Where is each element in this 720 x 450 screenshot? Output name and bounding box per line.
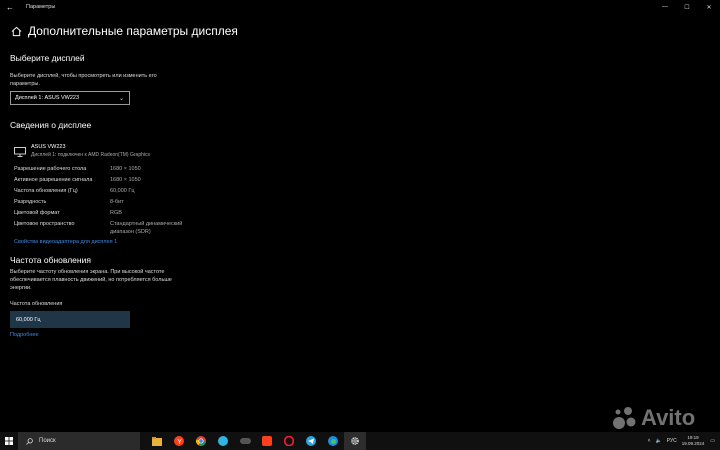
info-label-bit-depth: Разрядность [14,199,47,205]
clock[interactable]: 19:19 19.09.2024 [682,435,705,447]
chevron-down-icon: ⌄ [118,96,124,102]
monitor-icon [14,144,26,157]
window-controls: — ☐ ✕ [654,0,720,14]
info-value-color-space: Стандартный динамический [110,221,183,227]
info-value-color-space-2: диапазон (SDR) [110,228,151,235]
chevron-up-icon[interactable]: ˄ [648,438,651,444]
refresh-rate-heading: Частота обновления [10,255,91,265]
info-value-bit-depth: 8-бит [110,199,124,205]
info-label-refresh-rate: Частота обновления (Гц) [14,188,78,194]
avito-watermark-text: Avito [641,405,696,430]
taskbar-yandex-app[interactable] [256,432,278,450]
volume-icon[interactable]: 🔈 [655,438,661,444]
page-title: Дополнительные параметры дисплея [28,24,238,38]
window-title: Параметры [26,4,56,10]
refresh-description-3: энергии. [10,285,32,291]
info-value-refresh-rate: 60,000 Гц [110,188,135,194]
info-label-active-resolution: Активное разрешение сигнала [14,177,93,183]
display-dropdown-value: Дисплей 1: ASUS VW223 [15,95,80,101]
chrome-icon [196,436,206,446]
select-display-description-2: параметры. [10,81,40,87]
info-value-color-format: RGB [110,210,122,216]
taskbar-edge[interactable] [322,432,344,450]
search-icon [26,437,33,445]
select-display-description-1: Выберите дисплей, чтобы просмотреть или … [10,73,157,79]
avito-logo-icon [613,407,636,429]
taskbar-explorer[interactable] [146,432,168,450]
avito-watermark: Avito [612,405,695,431]
info-label-color-space: Цветовое пространство [14,221,75,227]
taskbar-telegram[interactable] [300,432,322,450]
taskbar-gamepad[interactable] [234,432,256,450]
opera-icon [284,436,294,446]
taskbar-chrome[interactable] [190,432,212,450]
folder-icon [152,436,162,446]
title-bar: ← Параметры — ☐ ✕ [0,0,720,14]
adapter-properties-link[interactable]: Свойства видеоадаптера для дисплея 1 [14,239,117,245]
gear-icon [351,437,359,445]
system-tray: ˄ 🔈 РУС 19:19 19.09.2024 ▭ [648,432,720,450]
yandex-app-icon [262,436,272,446]
refresh-description-2: обеспечивается плавность движений, но по… [10,277,172,283]
edge-icon [328,436,338,446]
close-button[interactable]: ✕ [698,0,720,14]
display-dropdown[interactable]: Дисплей 1: ASUS VW223 ⌄ [10,91,130,105]
taskbar-opera[interactable] [278,432,300,450]
taskbar-settings[interactable] [344,432,366,450]
learn-more-link[interactable]: Подробнее [10,332,39,338]
select-display-heading: Выберите дисплей [10,53,85,63]
info-label-desktop-resolution: Разрешение рабочего стола [14,166,87,172]
notifications-icon[interactable]: ▭ [710,438,715,444]
refresh-description-1: Выберите частоту обновления экрана. При … [10,269,165,275]
page-header: Дополнительные параметры дисплея [10,24,238,38]
display-info-heading: Сведения о дисплее [10,120,92,130]
start-button[interactable] [0,432,18,450]
home-icon[interactable] [10,25,22,37]
refresh-rate-label: Частота обновления [10,301,63,307]
minimize-button[interactable]: — [654,0,676,14]
taskbar: Поиск Y ˄ 🔈 РУС 19:19 19.09.2024 ▭ [0,432,720,450]
telegram-icon [306,436,316,446]
refresh-rate-value: 60,000 Гц [16,316,41,323]
clock-date: 19.09.2024 [681,441,705,446]
monitor-name: ASUS VW223 [31,144,66,150]
info-label-color-format: Цветовой формат [14,210,60,216]
arrow-left-icon: ← [6,2,14,12]
info-value-active-resolution: 1680 × 1050 [110,177,141,183]
taskbar-yandex-browser[interactable]: Y [168,432,190,450]
taskbar-search[interactable]: Поиск [18,432,140,450]
language-indicator[interactable]: РУС [667,438,677,444]
taskbar-app-cyan[interactable] [212,432,234,450]
maximize-button[interactable]: ☐ [676,0,698,14]
windows-logo-icon [5,437,13,445]
monitor-connection: Дисплей 1: подключен к AMD Radeon(TM) Gr… [31,152,150,158]
gamepad-icon [239,438,251,444]
svg-text:Y: Y [177,439,182,446]
info-value-desktop-resolution: 1680 × 1050 [110,166,141,172]
app-cyan-icon [218,436,228,446]
yandex-icon: Y [174,436,184,446]
refresh-rate-dropdown[interactable]: 60,000 Гц [10,311,130,328]
search-placeholder: Поиск [39,438,56,444]
back-button[interactable]: ← [0,0,20,14]
